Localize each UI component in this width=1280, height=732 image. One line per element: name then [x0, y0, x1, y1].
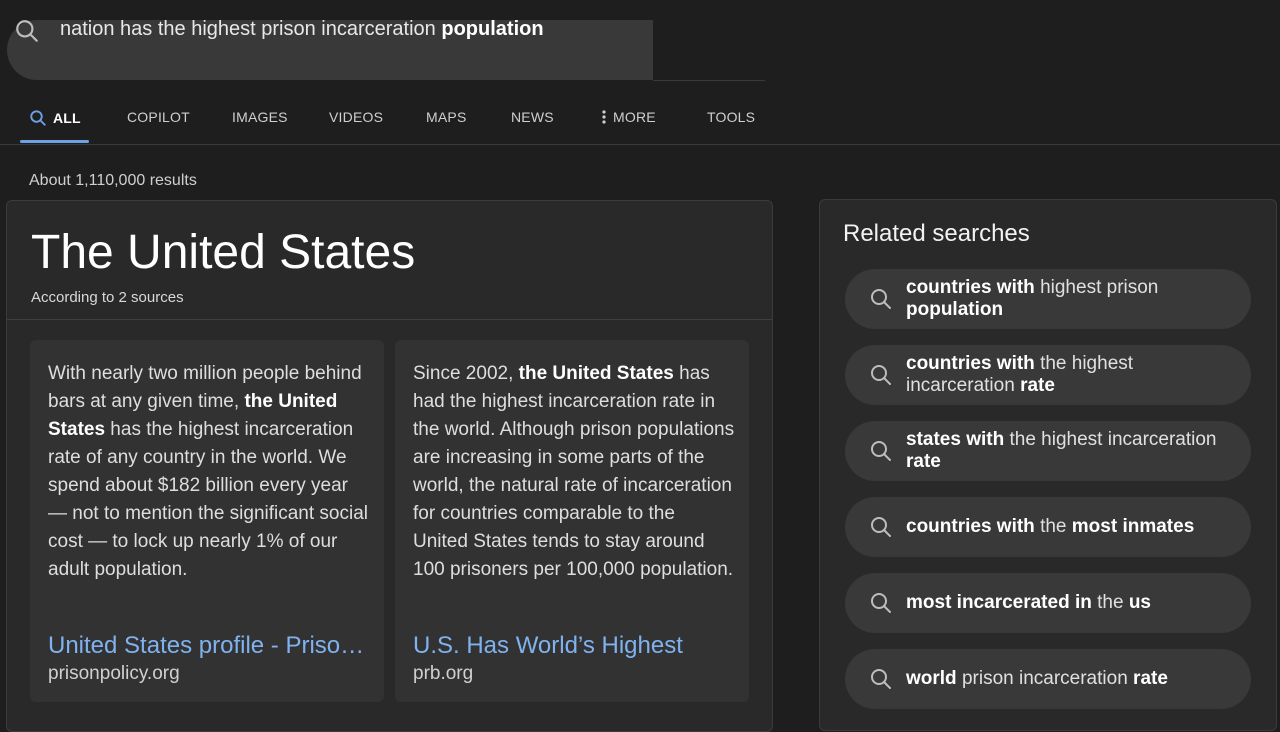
source-snippet: With nearly two million people behind ba…	[48, 360, 370, 584]
snippet-text: Since 2002,	[413, 363, 519, 384]
label-bold: rate	[906, 451, 941, 472]
label-bold: countries with	[906, 353, 1035, 374]
tab-videos[interactable]: VIDEOS	[329, 109, 383, 125]
active-tab-indicator	[20, 140, 89, 143]
source-card: With nearly two million people behind ba…	[30, 340, 384, 702]
label-bold: countries with	[906, 516, 1035, 537]
tab-tools[interactable]: TOOLS	[707, 109, 755, 125]
tab-news-label: NEWS	[511, 109, 554, 125]
tab-more[interactable]: MORE	[601, 109, 656, 125]
related-search-label: world prison incarceration rate	[906, 649, 1236, 709]
source-link[interactable]: United States profile - Prison Policy In…	[48, 632, 370, 660]
label-text: highest prison	[1034, 277, 1159, 298]
label-bold: states with	[906, 429, 1005, 450]
label-text: the highest incarceration	[1004, 429, 1217, 450]
label-bold: population	[906, 299, 1004, 320]
related-search-label: states with the highest incarceration ra…	[906, 421, 1236, 481]
related-search-item[interactable]: countries with the highest incarceration…	[845, 345, 1251, 405]
label-bold: most incarcerated in	[906, 592, 1092, 613]
tab-videos-label: VIDEOS	[329, 109, 384, 125]
label-bold: rate	[1020, 375, 1055, 396]
search-icon	[871, 669, 891, 689]
search-icon	[871, 593, 891, 613]
related-searches-title: Related searches	[843, 220, 1030, 247]
source-domain: prisonpolicy.org	[48, 663, 180, 684]
source-card: Since 2002, the United States has had th…	[395, 340, 749, 702]
tab-copilot-label: COPILOT	[127, 109, 190, 125]
label-bold: us	[1128, 592, 1152, 613]
related-search-label: most incarcerated in the us	[906, 573, 1236, 633]
snippet-text: has the highest incarceration rate of an…	[48, 419, 369, 580]
search-tabs: ALL COPILOT IMAGES VIDEOS MAPS NEWS MORE…	[0, 96, 1280, 145]
results-count: About 1,110,000 results	[29, 172, 197, 189]
query-text: nation has the highest prison incarcerat…	[60, 18, 442, 40]
query-text-bold: population	[441, 18, 544, 40]
label-text: the	[1034, 516, 1072, 537]
related-search-label: countries with highest prison population	[906, 269, 1236, 329]
answer-title: The United States	[31, 226, 416, 279]
tab-maps-label: MAPS	[426, 109, 467, 125]
tab-news[interactable]: NEWS	[511, 109, 554, 125]
more-vertical-icon	[602, 110, 606, 124]
tab-images[interactable]: IMAGES	[232, 109, 288, 125]
search-icon	[871, 365, 891, 385]
tab-all-label: ALL	[53, 110, 81, 126]
tab-more-label: MORE	[613, 109, 656, 125]
related-search-label: countries with the highest incarceration…	[906, 345, 1236, 405]
answer-subtitle: According to 2 sources	[31, 289, 184, 306]
related-search-item[interactable]: most incarcerated in the us	[845, 573, 1251, 633]
source-domain: prb.org	[413, 663, 474, 684]
tab-maps[interactable]: MAPS	[426, 109, 466, 125]
snippet-text: has had the highest incarceration rate i…	[413, 363, 735, 580]
label-bold: world	[906, 668, 957, 689]
label-bold: countries with	[906, 277, 1035, 298]
search-icon	[871, 441, 891, 461]
related-search-item[interactable]: states with the highest incarceration ra…	[845, 421, 1251, 481]
related-searches-panel: Related searches countries with highest …	[819, 199, 1277, 731]
label-text: the	[1091, 592, 1129, 613]
source-link[interactable]: U.S. Has World’s Highest	[413, 632, 735, 660]
search-icon[interactable]	[14, 18, 40, 44]
search-bar-fade	[653, 20, 765, 81]
tab-images-label: IMAGES	[232, 109, 288, 125]
answer-card: The United States According to 2 sources…	[6, 200, 773, 732]
related-search-item[interactable]: world prison incarceration rate	[845, 649, 1251, 709]
source-snippet: Since 2002, the United States has had th…	[413, 360, 735, 584]
tab-tools-label: TOOLS	[707, 109, 756, 125]
related-search-item[interactable]: countries with highest prison population	[845, 269, 1251, 329]
tab-copilot[interactable]: COPILOT	[127, 109, 190, 125]
snippet-bold: the United States	[518, 363, 674, 384]
label-bold: rate	[1133, 668, 1168, 689]
tab-all[interactable]: ALL	[29, 109, 81, 127]
search-input[interactable]: nation has the highest prison incarcerat…	[60, 18, 544, 41]
related-search-item[interactable]: countries with the most inmates	[845, 497, 1251, 557]
search-icon	[871, 289, 891, 309]
search-icon	[871, 517, 891, 537]
search-icon	[30, 110, 46, 126]
divider	[7, 319, 772, 320]
label-bold: most inmates	[1071, 516, 1195, 537]
label-text: prison incarceration	[956, 668, 1134, 689]
related-search-label: countries with the most inmates	[906, 497, 1236, 557]
